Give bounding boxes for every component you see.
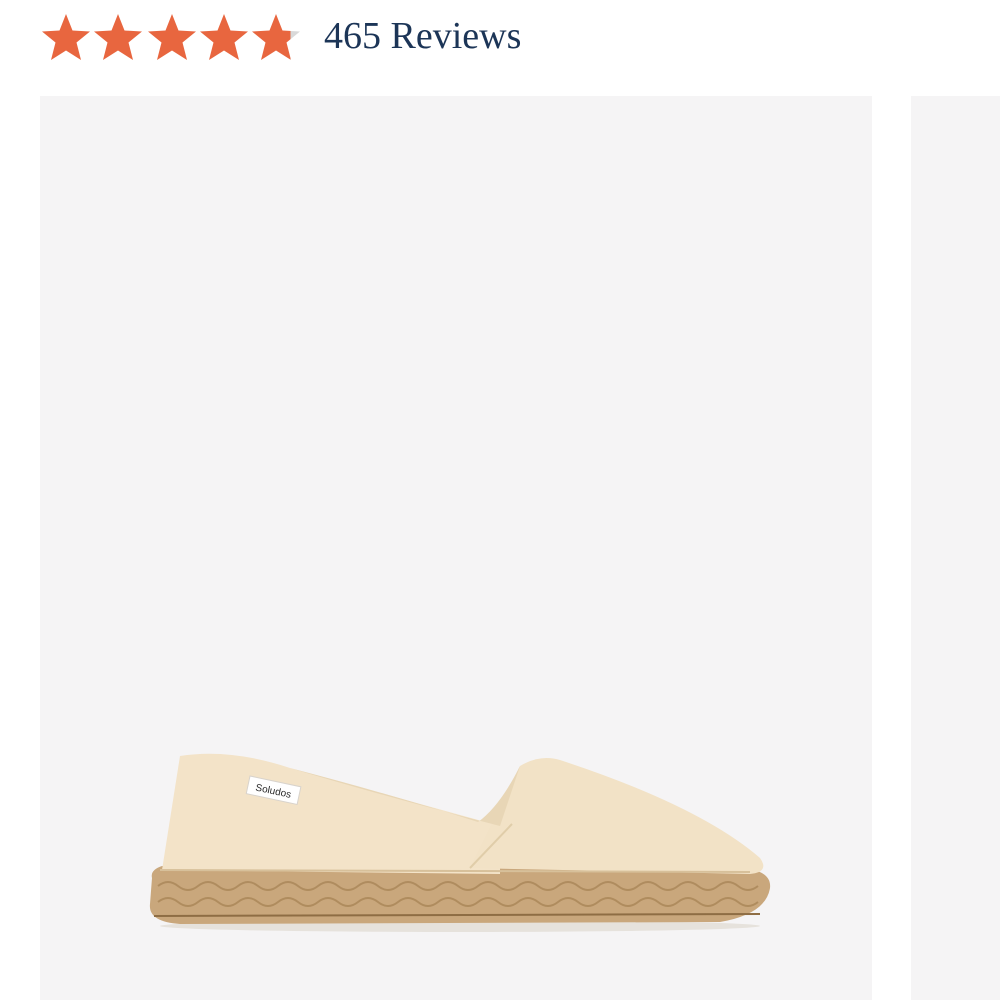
star-icon	[146, 12, 198, 64]
product-image-next[interactable]	[911, 96, 1000, 1000]
product-image-gallery: Soludos	[40, 96, 1000, 1000]
rating-row	[40, 8, 302, 68]
star-icon	[40, 12, 92, 64]
star-icon	[198, 12, 250, 64]
star-rating[interactable]	[40, 12, 302, 64]
star-icon	[92, 12, 144, 64]
reviews-count-link[interactable]: 465 Reviews	[324, 8, 521, 64]
star-partial-icon	[250, 12, 302, 64]
product-image-main[interactable]: Soludos	[40, 96, 872, 1000]
espadrille-shoe-image: Soludos	[140, 746, 780, 936]
